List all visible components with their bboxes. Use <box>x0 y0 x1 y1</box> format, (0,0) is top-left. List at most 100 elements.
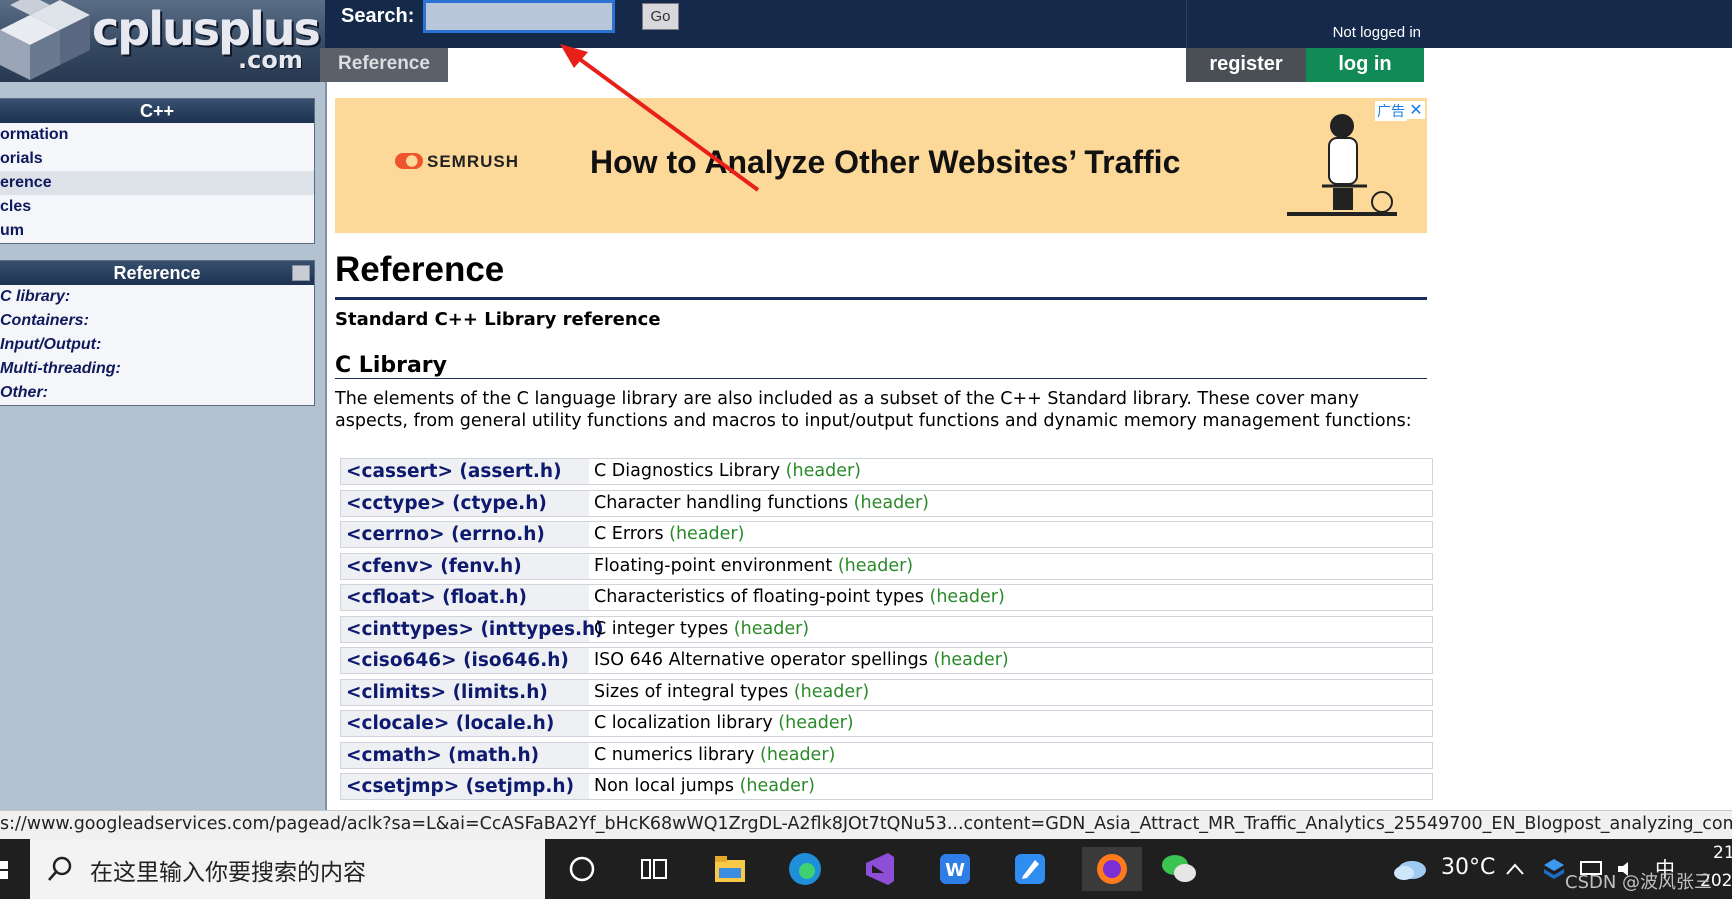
section-description: The elements of the C language library a… <box>335 389 1412 431</box>
table-row: <cfloat> (float.h) Characteristics of flo… <box>340 584 1433 611</box>
page-title: Reference <box>335 250 505 289</box>
file-explorer-icon[interactable] <box>708 847 752 891</box>
library-link[interactable]: <climits> (limits.h) <box>341 679 589 705</box>
reference-panel-title: Reference <box>0 261 314 285</box>
header-tag: (header) <box>778 713 854 733</box>
library-description-text: C localization library <box>594 713 773 733</box>
cortana-icon[interactable] <box>560 847 604 891</box>
library-description: Character handling functions (header) <box>589 491 1432 516</box>
header-tag: (header) <box>760 744 836 765</box>
logo-domain: .com <box>238 46 303 74</box>
sidebar-item-multi-threading[interactable]: Multi-threading: <box>0 357 314 381</box>
login-button[interactable]: log in <box>1306 48 1424 82</box>
library-description: Characteristics of floating-point types … <box>589 585 1432 610</box>
library-link[interactable]: <csetjmp> (setjmp.h) <box>341 774 589 799</box>
library-description: Floating-point environment (header) <box>589 554 1432 579</box>
title-divider <box>335 297 1427 300</box>
sidebar-item-other[interactable]: Other: <box>0 381 314 405</box>
library-link[interactable]: <cmath> (math.h) <box>341 742 589 768</box>
wechat-icon[interactable] <box>1157 847 1201 891</box>
taskbar-search-box[interactable]: 在这里输入你要搜索的内容 <box>30 839 545 899</box>
taskbar: 在这里输入你要搜索的内容 W 30°C 中 21 202 <box>0 839 1732 899</box>
header-tag: (header) <box>739 776 815 796</box>
task-view-icon[interactable] <box>632 847 676 891</box>
section-divider <box>335 378 1427 379</box>
sidebar-item-input-output[interactable]: Input/Output: <box>0 333 314 357</box>
library-link[interactable]: <cfloat> (float.h) <box>341 585 589 610</box>
table-row: <cmath> (math.h) C numerics library (head… <box>340 741 1433 769</box>
library-description: C localization library (header) <box>589 711 1432 736</box>
library-link[interactable]: <cassert> (assert.h) <box>341 459 589 484</box>
weather-temperature: 30°C <box>1441 855 1496 880</box>
section-title: C Library <box>335 353 447 378</box>
sidebar-item-articles[interactable]: cles <box>0 195 314 219</box>
table-row: <cfenv> (fenv.h) Floating-point environme… <box>340 552 1433 580</box>
header-tag: (header) <box>733 618 810 639</box>
table-row: <clocale> (locale.h) C localization libra… <box>340 710 1433 737</box>
table-row: <climits> (limits.h) Sizes of integral ty… <box>340 678 1433 706</box>
table-row: <cerrno> (errno.h) C Errors (header) <box>340 521 1433 548</box>
windows-start-icon[interactable] <box>0 839 30 899</box>
site-logo[interactable]: cplusplus .com <box>0 0 325 82</box>
sidebar-item-reference[interactable]: erence <box>0 171 314 195</box>
logo-cubes-icon <box>0 0 90 80</box>
ad-badge: 广告 <box>1375 101 1407 121</box>
sidebar-item-containers[interactable]: Containers: <box>0 309 314 333</box>
page-subtitle: Standard C++ Library reference <box>335 309 661 330</box>
ad-banner[interactable]: SEMRUSH How to Analyze Other Websites’ T… <box>335 98 1427 233</box>
header-tag: (header) <box>837 555 914 576</box>
cpp-panel: C++ ormation orials erence cles um <box>0 98 315 244</box>
sidebar: C++ ormation orials erence cles um Refer… <box>0 82 327 810</box>
firefox-icon[interactable] <box>1082 847 1142 891</box>
reference-panel: Reference C library: Containers: Input/O… <box>0 260 315 406</box>
library-description-text: Character handling functions <box>594 492 849 513</box>
wps-writer-icon[interactable]: W <box>933 847 977 891</box>
header-tag: (header) <box>785 461 861 481</box>
status-bar-url: s://www.googleadservices.com/pagead/aclk… <box>0 810 1732 839</box>
sidebar-item-information[interactable]: ormation <box>0 123 314 147</box>
library-table: <cassert> (assert.h) C Diagnostics Librar… <box>340 458 1433 805</box>
library-description: Non local jumps (header) <box>589 774 1432 799</box>
sidebar-item-tutorials[interactable]: orials <box>0 147 314 171</box>
go-button[interactable]: Go <box>642 3 679 30</box>
library-link[interactable]: <ciso646> (iso646.h) <box>341 648 589 673</box>
tab-reference[interactable]: Reference <box>320 48 448 82</box>
ad-brand-text: SEMRUSH <box>427 152 520 171</box>
sidebar-item-forum[interactable]: um <box>0 219 314 243</box>
ad-brand-logo: SEMRUSH <box>395 152 519 172</box>
header-tag: (header) <box>853 492 929 513</box>
book-icon[interactable] <box>292 265 310 281</box>
table-row: <cctype> (ctype.h) Character handling fun… <box>340 489 1433 517</box>
library-description: C integer types (header) <box>589 617 1432 642</box>
library-link[interactable]: <cinttypes> (inttypes.h) <box>341 616 604 642</box>
library-link[interactable]: <cerrno> (errno.h) <box>341 522 589 547</box>
header-tag: (header) <box>669 524 745 544</box>
library-link[interactable]: <cctype> (ctype.h) <box>341 490 589 516</box>
visual-studio-icon[interactable] <box>858 847 902 891</box>
chevron-up-icon[interactable] <box>1500 847 1530 891</box>
library-description: C Diagnostics Library (header) <box>589 459 1432 484</box>
edge-browser-icon[interactable] <box>783 847 827 891</box>
clock-time[interactable]: 21 <box>1713 843 1732 863</box>
library-description-text: C integer types <box>594 618 729 639</box>
library-description: ISO 646 Alternative operator spellings (… <box>589 648 1432 673</box>
table-row: <ciso646> (iso646.h) ISO 646 Alternative … <box>340 647 1433 674</box>
register-button[interactable]: register <box>1186 48 1306 82</box>
sidebar-item-c-library[interactable]: C library: <box>0 285 314 309</box>
search-icon <box>48 856 72 881</box>
table-row: <cassert> (assert.h) C Diagnostics Librar… <box>340 458 1433 485</box>
library-link[interactable]: <cfenv> (fenv.h) <box>341 553 589 579</box>
ad-illustration-icon <box>1287 114 1397 216</box>
ad-close-icon[interactable]: ✕ <box>1407 101 1425 119</box>
notes-app-icon[interactable] <box>1008 847 1052 891</box>
library-description: C Errors (header) <box>589 522 1432 547</box>
header-tag: (header) <box>929 587 1005 607</box>
search-input[interactable] <box>423 0 615 33</box>
csdn-watermark: CSDN @波风张三 <box>1565 872 1713 893</box>
table-row: <cinttypes> (inttypes.h) C integer types … <box>340 615 1433 643</box>
weather-cloud-icon[interactable] <box>1388 847 1432 891</box>
header-tag: (header) <box>793 681 870 702</box>
library-description-text: C Diagnostics Library <box>594 461 781 481</box>
library-link[interactable]: <clocale> (locale.h) <box>341 711 589 736</box>
reference-panel-title-text: Reference <box>113 263 201 283</box>
